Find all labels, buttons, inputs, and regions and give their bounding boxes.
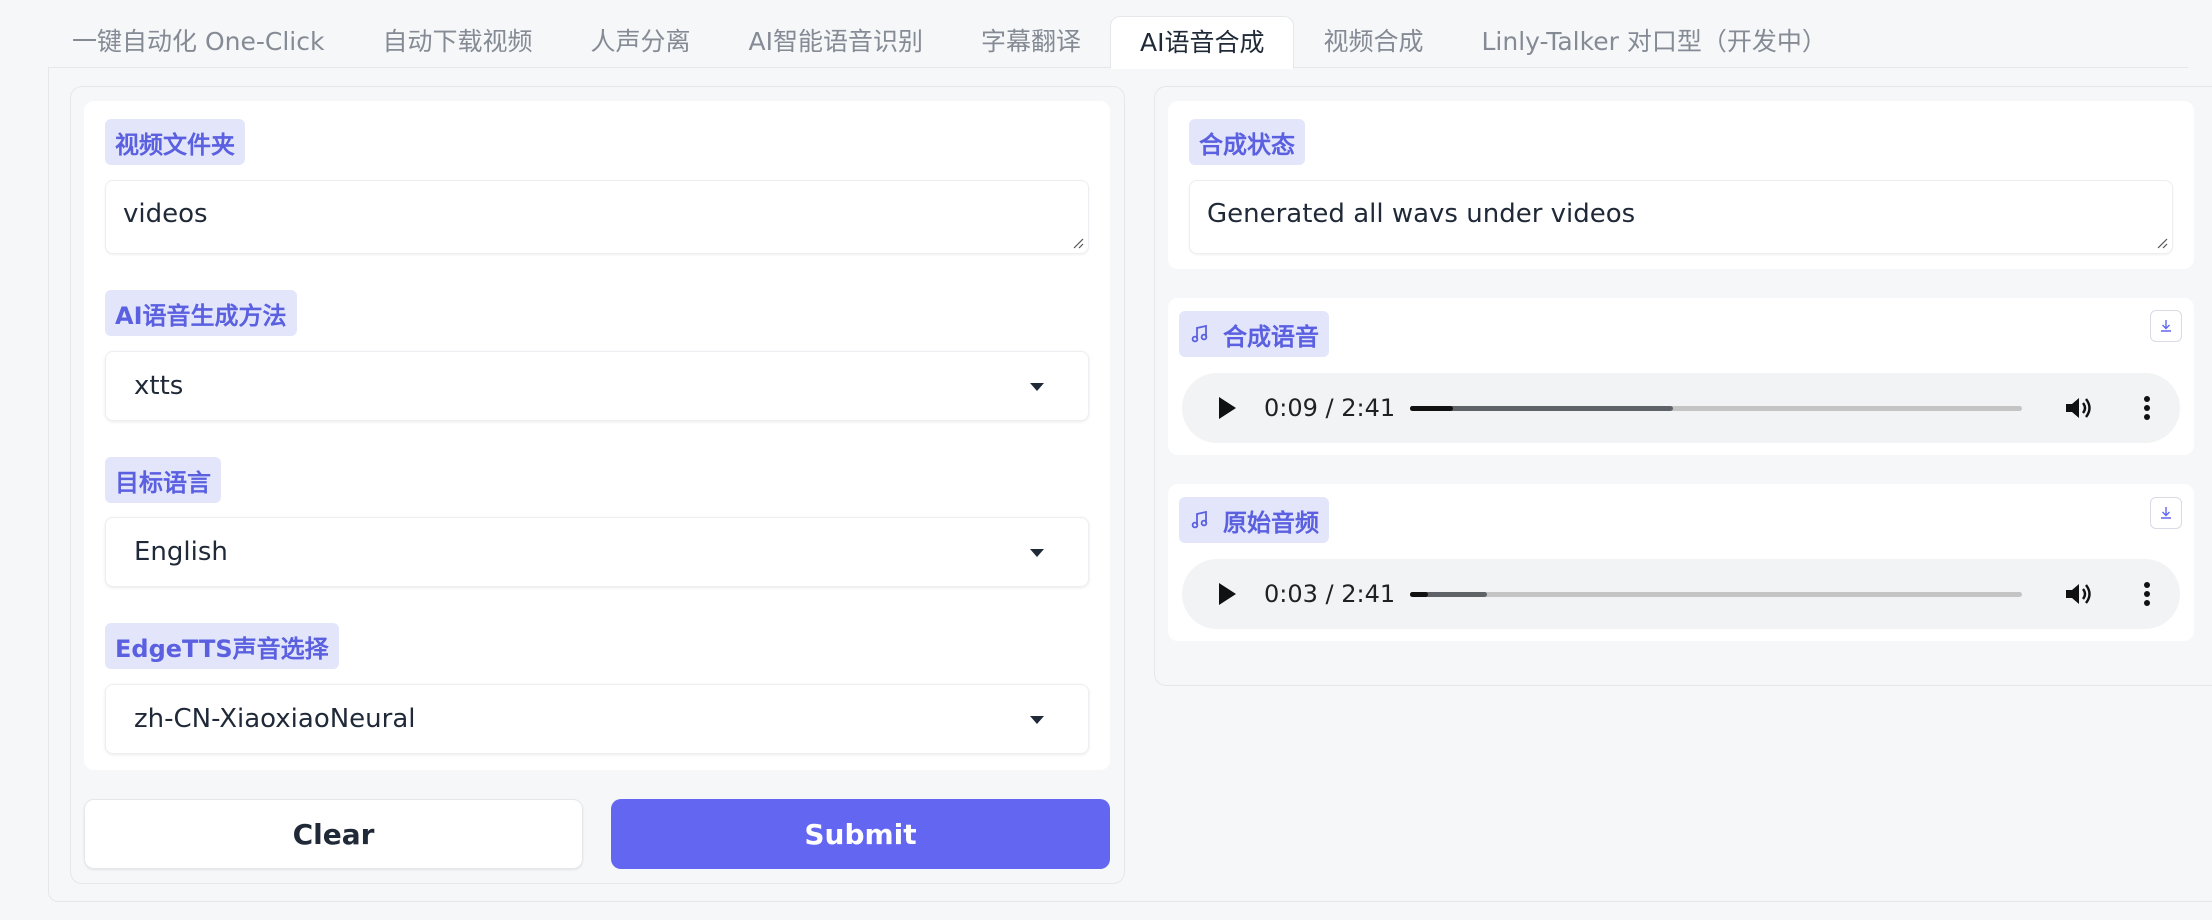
tab-tts-synthesis[interactable]: AI语音合成: [1109, 16, 1295, 69]
video-folder-label: 视频文件夹: [105, 119, 245, 165]
submit-button[interactable]: Submit: [611, 799, 1110, 869]
tts-method-value: xtts: [134, 371, 184, 401]
music-note-icon: [1191, 324, 1208, 343]
chevron-down-icon: [1030, 716, 1044, 724]
edge-voice-label: EdgeTTS声音选择: [105, 623, 339, 669]
play-icon[interactable]: [1219, 397, 1236, 419]
original-audio-label: 原始音频: [1179, 497, 1329, 543]
tab-subtitle-translation[interactable]: 字幕翻译: [952, 16, 1110, 68]
target-language-dropdown[interactable]: English: [105, 517, 1089, 587]
more-vertical-icon[interactable]: [2143, 395, 2151, 421]
target-language-value: English: [134, 537, 228, 567]
clear-button[interactable]: Clear: [84, 799, 583, 869]
edge-voice-dropdown[interactable]: zh-CN-XiaoxiaoNeural: [105, 684, 1089, 754]
status-output[interactable]: Generated all wavs under videos: [1189, 180, 2173, 254]
synth-audio-download-button[interactable]: [2150, 310, 2182, 342]
tab-vocal-separation[interactable]: 人声分离: [561, 16, 719, 68]
original-audio-time: 0:03 / 2:41: [1264, 580, 1396, 608]
synth-audio-progress: [1410, 406, 1453, 411]
synth-audio-time: 0:09 / 2:41: [1264, 394, 1396, 422]
tts-method-dropdown[interactable]: xtts: [105, 351, 1089, 421]
play-icon[interactable]: [1219, 583, 1236, 605]
edge-voice-value: zh-CN-XiaoxiaoNeural: [134, 704, 416, 734]
tab-linly-talker[interactable]: Linly-Talker 对口型（开发中）: [1452, 16, 1855, 68]
tab-bar: 一键自动化 One-Click 自动下载视频 人声分离 AI智能语音识别 字幕翻…: [48, 16, 2188, 69]
original-audio-seek-bar[interactable]: [1410, 592, 2022, 597]
original-audio-download-button[interactable]: [2150, 497, 2182, 529]
status-value: Generated all wavs under videos: [1207, 199, 1636, 229]
tab-download-video[interactable]: 自动下载视频: [353, 16, 561, 68]
chevron-down-icon: [1030, 549, 1044, 557]
status-label: 合成状态: [1189, 119, 1305, 165]
volume-icon[interactable]: [2064, 395, 2094, 421]
download-icon: [2161, 507, 2171, 519]
synth-audio-label: 合成语音: [1179, 311, 1329, 357]
target-language-label: 目标语言: [105, 457, 221, 503]
volume-icon[interactable]: [2064, 581, 2094, 607]
download-icon: [2161, 320, 2171, 332]
tts-method-label: AI语音生成方法: [105, 290, 297, 336]
video-folder-input[interactable]: videos: [105, 180, 1089, 254]
resize-grip-icon[interactable]: [2156, 237, 2168, 249]
tab-video-synthesis[interactable]: 视频合成: [1294, 16, 1452, 68]
synth-audio-player: 0:09 / 2:41: [1182, 373, 2180, 443]
original-audio-progress: [1410, 592, 1429, 597]
original-audio-player: 0:03 / 2:41: [1182, 559, 2180, 629]
video-folder-value: videos: [123, 199, 208, 229]
more-vertical-icon[interactable]: [2143, 581, 2151, 607]
resize-grip-icon[interactable]: [1072, 237, 1084, 249]
tab-list: 一键自动化 One-Click 自动下载视频 人声分离 AI智能语音识别 字幕翻…: [72, 16, 1856, 69]
synth-audio-seek-bar[interactable]: [1410, 406, 2022, 411]
music-note-icon: [1191, 510, 1208, 529]
tab-one-click[interactable]: 一键自动化 One-Click: [72, 16, 353, 68]
chevron-down-icon: [1030, 383, 1044, 391]
tab-speech-recognition[interactable]: AI智能语音识别: [719, 16, 951, 68]
